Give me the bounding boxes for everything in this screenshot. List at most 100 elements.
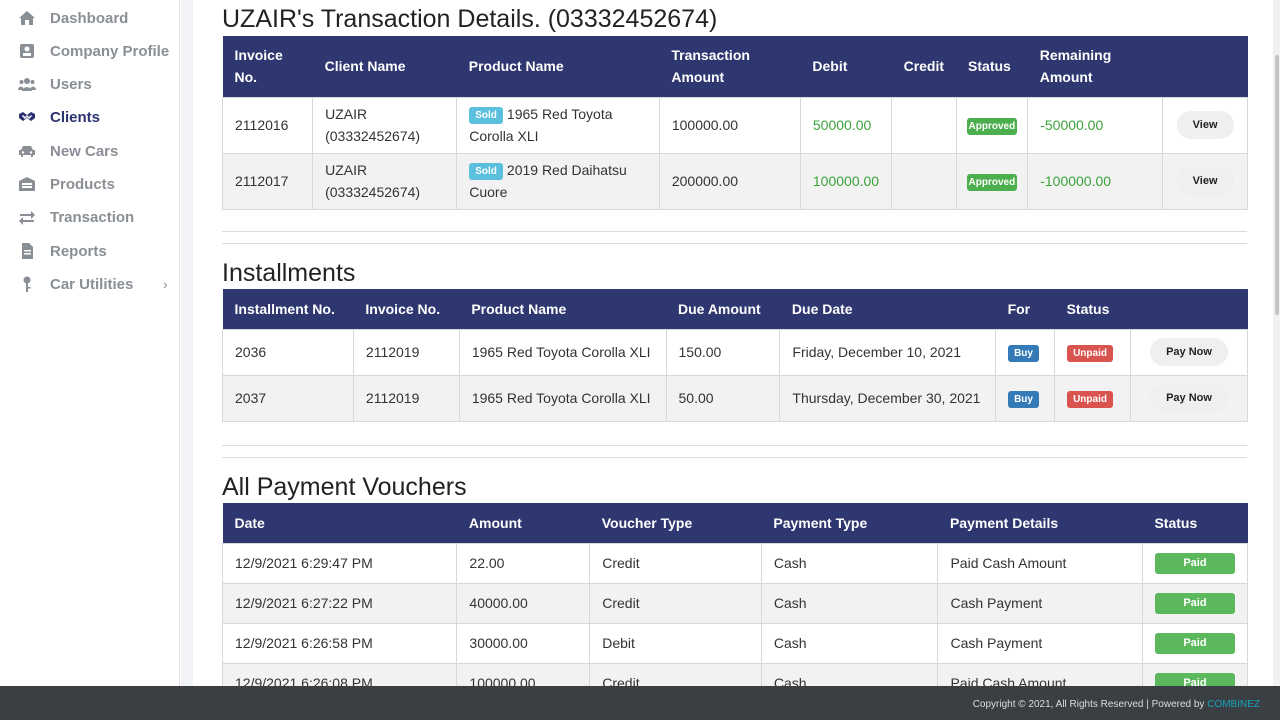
sidebar-item-products[interactable]: Products	[0, 169, 180, 199]
key-icon	[18, 276, 36, 292]
sidebar-item-reports[interactable]: Reports	[0, 236, 180, 266]
powered-by-link[interactable]: COMBINEZ	[1207, 699, 1260, 710]
sidebar-item-users[interactable]: Users	[0, 69, 180, 99]
user-icon	[18, 43, 36, 59]
chevron-right-icon: ›	[163, 276, 168, 292]
sidebar-item-clients[interactable]: Clients	[0, 102, 180, 132]
payment-type-cell: Cash	[760, 662, 939, 686]
scrollbar-thumb[interactable]	[1275, 55, 1279, 315]
sidebar-item-label: Users	[50, 75, 92, 93]
col-header: Due Amount	[666, 289, 780, 329]
main-content: UZAIR's Transaction Details. (0333245267…	[193, 0, 1273, 686]
sidebar-item-label: Clients	[50, 108, 101, 126]
table-row: 12/9/2021 6:29:47 PM 22.00 Credit Cash P…	[221, 542, 1249, 584]
table-row: 2036 2112019 1965 Red Toyota Corolla XLI…	[222, 328, 1248, 376]
action-cell: View	[1162, 96, 1248, 154]
status-cell: Paid	[1141, 542, 1249, 584]
due-amount-cell: 50.00	[665, 374, 781, 422]
action-cell: View	[1162, 152, 1248, 210]
payment-type-cell: Cash	[760, 542, 939, 584]
client-cell: UZAIR (03332452674)	[312, 96, 458, 154]
product-cell: Sold 2019 Red Daihatsu Cuore	[456, 152, 660, 210]
sidebar-item-label: Products	[50, 175, 116, 193]
status-cell: Paid	[1141, 582, 1249, 624]
pay-now-button[interactable]: Pay Now	[1150, 384, 1228, 412]
status-badge: Paid	[1154, 632, 1235, 654]
status-cell: Approved	[955, 152, 1029, 210]
sidebar-item-label: Company Profile	[50, 42, 170, 60]
credit-cell	[891, 96, 957, 154]
col-header: Invoice No.	[353, 289, 460, 329]
col-header	[1130, 289, 1248, 329]
divider	[222, 445, 1247, 446]
table-row: 2037 2112019 1965 Red Toyota Corolla XLI…	[222, 374, 1248, 422]
amount-cell: 40000.00	[456, 582, 591, 624]
due-amount-cell: 150.00	[665, 328, 781, 376]
table-row: 12/9/2021 6:26:58 PM 30000.00 Debit Cash…	[221, 622, 1249, 664]
payment-details-cell: Cash Payment	[937, 622, 1143, 664]
date-cell: 12/9/2021 6:27:22 PM	[221, 582, 458, 624]
table-row: 12/9/2021 6:27:22 PM 40000.00 Credit Cas…	[221, 582, 1249, 624]
warehouse-icon	[18, 176, 36, 192]
for-cell: Buy	[995, 328, 1056, 376]
debit-cell: 100000.00	[799, 152, 893, 210]
payment-type-cell: Cash	[760, 622, 939, 664]
col-header: Due Date	[779, 289, 996, 329]
col-header: Transaction Amount	[659, 36, 801, 97]
page-title: UZAIR's Transaction Details. (0333245267…	[222, 5, 718, 33]
section-title-installments: Installments	[222, 259, 356, 287]
pay-now-button[interactable]: Pay Now	[1150, 338, 1228, 366]
date-cell: 12/9/2021 6:26:58 PM	[221, 622, 458, 664]
view-button[interactable]: View	[1176, 111, 1234, 139]
car-icon	[18, 143, 36, 159]
sidebar-item-label: Transaction	[50, 208, 135, 226]
status-cell: Unpaid	[1054, 374, 1132, 422]
installment-no-cell: 2036	[222, 328, 354, 376]
sold-badge: Sold	[469, 162, 503, 180]
sidebar-item-car-utilities[interactable]: Car Utilities ›	[0, 269, 180, 299]
copyright-text: Copyright © 2021, All Rights Reserved | …	[972, 699, 1208, 710]
voucher-type-cell: Credit	[589, 542, 762, 584]
sidebar-item-transaction[interactable]: Transaction	[0, 202, 180, 232]
col-header	[1162, 36, 1248, 97]
amount-cell: 100000.00	[658, 96, 801, 154]
col-header: Product Name	[456, 36, 660, 97]
exchange-icon	[18, 209, 36, 225]
col-header: Credit	[891, 36, 957, 97]
sidebar-item-company-profile[interactable]: Company Profile	[0, 36, 180, 66]
divider	[222, 231, 1247, 232]
view-button[interactable]: View	[1176, 167, 1234, 195]
col-header: Voucher Type	[589, 503, 762, 543]
date-cell: 12/9/2021 6:26:08 PM	[221, 662, 458, 686]
remaining-cell: -100000.00	[1027, 152, 1164, 210]
installments-table: Installment No. Invoice No. Product Name…	[222, 289, 1248, 422]
col-header: Status	[1054, 289, 1131, 329]
divider	[222, 457, 1247, 458]
col-header: Client Name	[312, 36, 457, 97]
divider	[222, 243, 1247, 244]
payment-details-cell: Paid Cash Amount	[937, 542, 1143, 584]
remaining-cell: -50000.00	[1027, 96, 1164, 154]
buy-badge: Buy	[1008, 390, 1039, 408]
amount-cell: 22.00	[456, 542, 591, 584]
for-cell: Buy	[995, 374, 1056, 422]
table-row: 2112017 UZAIR (03332452674) Sold 2019 Red…	[221, 152, 1248, 210]
sidebar-item-label: Reports	[50, 242, 107, 260]
payment-type-cell: Cash	[760, 582, 939, 624]
sidebar-item-dashboard[interactable]: Dashboard	[0, 3, 180, 33]
col-header: Invoice No.	[222, 36, 313, 97]
users-icon	[18, 76, 36, 92]
credit-cell	[891, 152, 957, 210]
col-header: Payment Details	[937, 503, 1143, 543]
action-cell: Pay Now	[1130, 328, 1248, 376]
product-cell: Sold 1965 Red Toyota Corolla XLI	[456, 96, 660, 154]
table-row: 12/9/2021 6:26:08 PM 100000.00 Credit Ca…	[221, 662, 1249, 686]
col-header: Status	[956, 36, 1028, 97]
buy-badge: Buy	[1008, 344, 1039, 362]
status-badge: Approved	[966, 173, 1018, 191]
home-icon	[18, 10, 36, 26]
sold-badge: Sold	[469, 106, 503, 124]
footer-text: Copyright © 2021, All Rights Reserved | …	[973, 699, 1260, 710]
sidebar-item-new-cars[interactable]: New Cars	[0, 136, 180, 166]
section-title-vouchers: All Payment Vouchers	[222, 473, 467, 501]
